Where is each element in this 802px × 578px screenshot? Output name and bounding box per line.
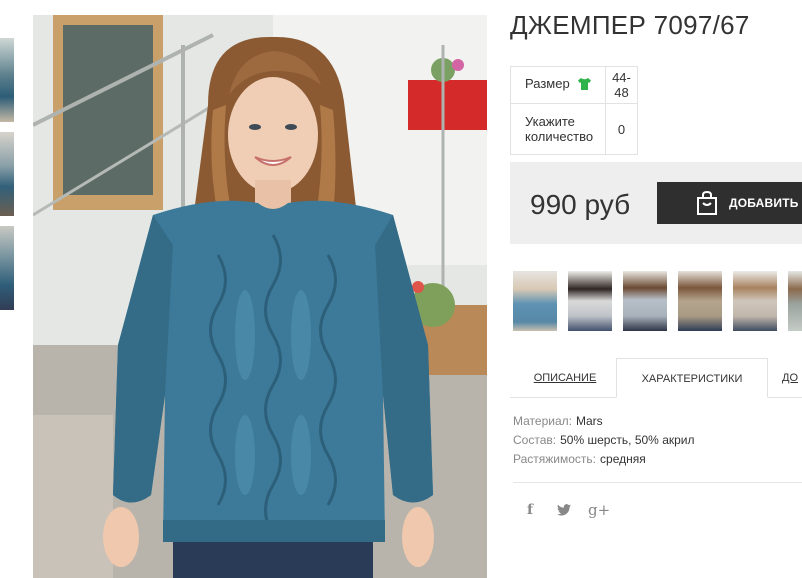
gallery-thumbnail[interactable] <box>788 271 802 331</box>
product-options-table: Размер 44-48 Укажите количество 0 <box>509 66 638 155</box>
gallery-thumbnail[interactable] <box>513 271 557 331</box>
product-specs: Материал: Mars Состав: 50% шерсть, 50% акр… <box>513 412 695 469</box>
spec-key: Материал: <box>513 414 572 428</box>
quantity-value[interactable]: 0 <box>605 103 638 155</box>
twitter-icon[interactable] <box>554 500 574 520</box>
spec-value: средняя <box>600 452 646 466</box>
tshirt-size-icon[interactable] <box>577 77 592 94</box>
add-to-cart-label: ДОБАВИТЬ В <box>729 196 802 210</box>
spec-value: 50% шерсть, 50% акрил <box>560 433 695 447</box>
shopping-bag-icon <box>695 190 719 219</box>
social-divider <box>513 482 802 483</box>
tab-description[interactable]: ОПИСАНИЕ <box>510 358 620 398</box>
size-label-cell: Размер <box>509 66 607 104</box>
gallery-thumbnail[interactable] <box>678 271 722 331</box>
main-product-photo[interactable] <box>33 15 487 578</box>
price-panel: 990 руб ДОБАВИТЬ В <box>510 162 802 244</box>
spec-value: Mars <box>575 414 603 428</box>
left-thumbnail[interactable] <box>0 132 14 216</box>
add-to-cart-button[interactable]: ДОБАВИТЬ В <box>657 182 802 224</box>
tab-delivery[interactable]: ДО <box>782 358 802 398</box>
product-tabs: ОПИСАНИЕ ХАРАКТЕРИСТИКИ ДО <box>510 358 802 398</box>
left-thumbnail-strip <box>0 38 14 320</box>
size-label: Размер <box>525 76 570 92</box>
left-thumbnail[interactable] <box>0 38 14 122</box>
left-thumbnail[interactable] <box>0 226 14 310</box>
size-value[interactable]: 44-48 <box>605 66 638 104</box>
product-photo-illustration <box>33 15 487 578</box>
quantity-label: Укажите количество <box>509 103 607 155</box>
product-price: 990 руб <box>530 189 631 220</box>
spec-key: Состав: <box>513 433 557 447</box>
facebook-icon[interactable]: f <box>520 500 540 520</box>
spec-key: Растяжимость: <box>513 452 597 466</box>
spec-row: Состав: 50% шерсть, 50% акрил <box>513 431 695 450</box>
gallery-thumbnail[interactable] <box>623 271 667 331</box>
google-plus-icon[interactable]: g+ <box>588 500 610 520</box>
spec-row: Материал: Mars <box>513 412 695 431</box>
spec-row: Растяжимость: средняя <box>513 450 695 469</box>
product-gallery <box>513 271 802 331</box>
gallery-thumbnail[interactable] <box>733 271 777 331</box>
product-title: ДЖЕМПЕР 7097/67 <box>510 10 750 40</box>
tab-characteristics[interactable]: ХАРАКТЕРИСТИКИ <box>616 358 768 398</box>
gallery-thumbnail[interactable] <box>568 271 612 331</box>
